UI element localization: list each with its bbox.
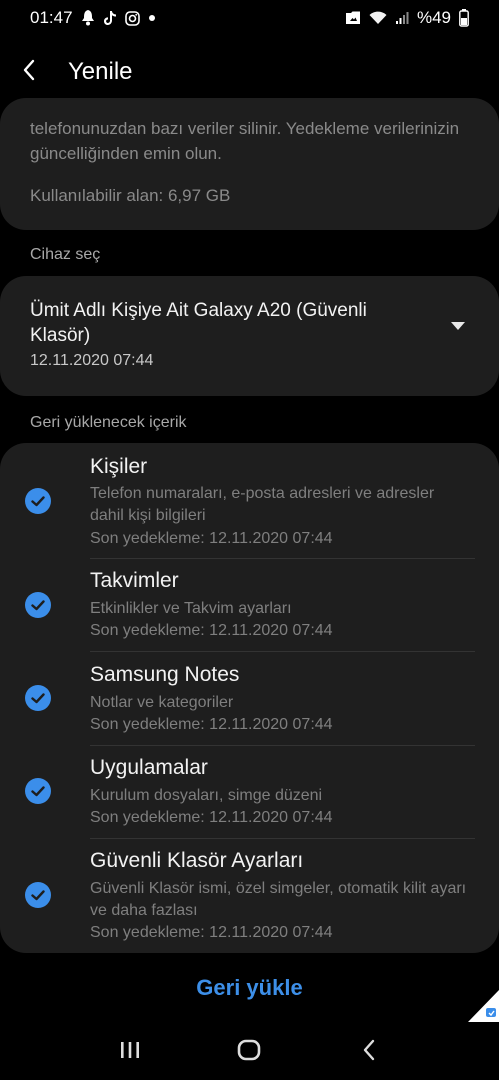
home-button[interactable] [229,1032,269,1072]
divider [90,838,475,839]
device-selector[interactable]: Ümit Adlı Kişiye Ait Galaxy A20 (Güvenli… [0,276,499,396]
check-icon[interactable] [25,685,51,711]
divider [90,651,475,652]
home-icon [237,1039,261,1066]
item-title: Kişiler [90,455,148,478]
recent-apps-button[interactable] [110,1032,150,1072]
dot-icon [148,14,156,22]
content-section-label: Geri yüklenecek içerik [30,414,187,431]
device-name: Ümit Adlı Kişiye Ait Galaxy A20 (Güvenli… [30,300,367,346]
dropdown-arrow-icon[interactable] [450,318,466,330]
item-last-backup: Son yedekleme: 12.11.2020 07:44 [90,924,333,941]
item-last-backup: Son yedekleme: 12.11.2020 07:44 [90,530,333,547]
check-icon[interactable] [25,592,51,618]
item-last-backup: Son yedekleme: 12.11.2020 07:44 [90,716,333,733]
battery-icon [459,9,469,27]
back-arrow-icon [22,59,36,86]
item-description: Güvenli Klasör ismi, özel simgeler, otom… [90,880,467,919]
item-description: Kurulum dosyaları, simge düzeni [90,787,323,804]
navigation-bar [0,1024,499,1080]
content-list: Kişiler Telefon numaraları, e-posta adre… [0,443,499,953]
divider [90,745,475,746]
back-nav-button[interactable] [349,1032,389,1072]
item-last-backup: Son yedekleme: 12.11.2020 07:44 [90,809,333,826]
bell-icon [81,10,95,26]
check-icon[interactable] [25,488,51,514]
image-icon [345,11,361,25]
corner-shortcut-icon[interactable] [468,990,499,1022]
item-description: Etkinlikler ve Takvim ayarları [90,600,292,617]
check-icon[interactable] [25,882,51,908]
item-title: Uygulamalar [90,756,208,779]
restore-button[interactable]: Geri yükle [0,968,499,1008]
device-section-label: Cihaz seç [30,246,101,263]
item-title: Takvimler [90,569,179,592]
info-text: telefonunuzdan bazı veriler silinir. Yed… [30,119,460,163]
app-bar: Yenile [0,44,499,100]
info-card: telefonunuzdan bazı veriler silinir. Yed… [0,98,499,230]
device-date: 12.11.2020 07:44 [30,352,154,369]
recent-apps-icon [119,1040,141,1065]
back-button[interactable] [22,44,74,100]
status-bar: 01:47 %49 [0,0,499,36]
status-time: 01:47 [30,8,73,27]
item-last-backup: Son yedekleme: 12.11.2020 07:44 [90,622,333,639]
item-title: Samsung Notes [90,663,240,686]
item-description: Telefon numaraları, e-posta adresleri ve… [90,485,435,524]
battery-percent: %49 [416,8,451,27]
item-description: Notlar ve kategoriler [90,694,234,711]
tiktok-icon [103,10,117,26]
signal-icon [395,11,409,25]
check-icon[interactable] [25,778,51,804]
divider [90,558,475,559]
item-title: Güvenli Klasör Ayarları [90,849,304,872]
back-nav-icon [362,1039,376,1066]
available-space: Kullanılabilir alan: 6,97 GB [30,186,231,205]
instagram-icon [124,10,140,26]
wifi-icon [369,11,387,25]
page-title: Yenile [68,58,133,85]
